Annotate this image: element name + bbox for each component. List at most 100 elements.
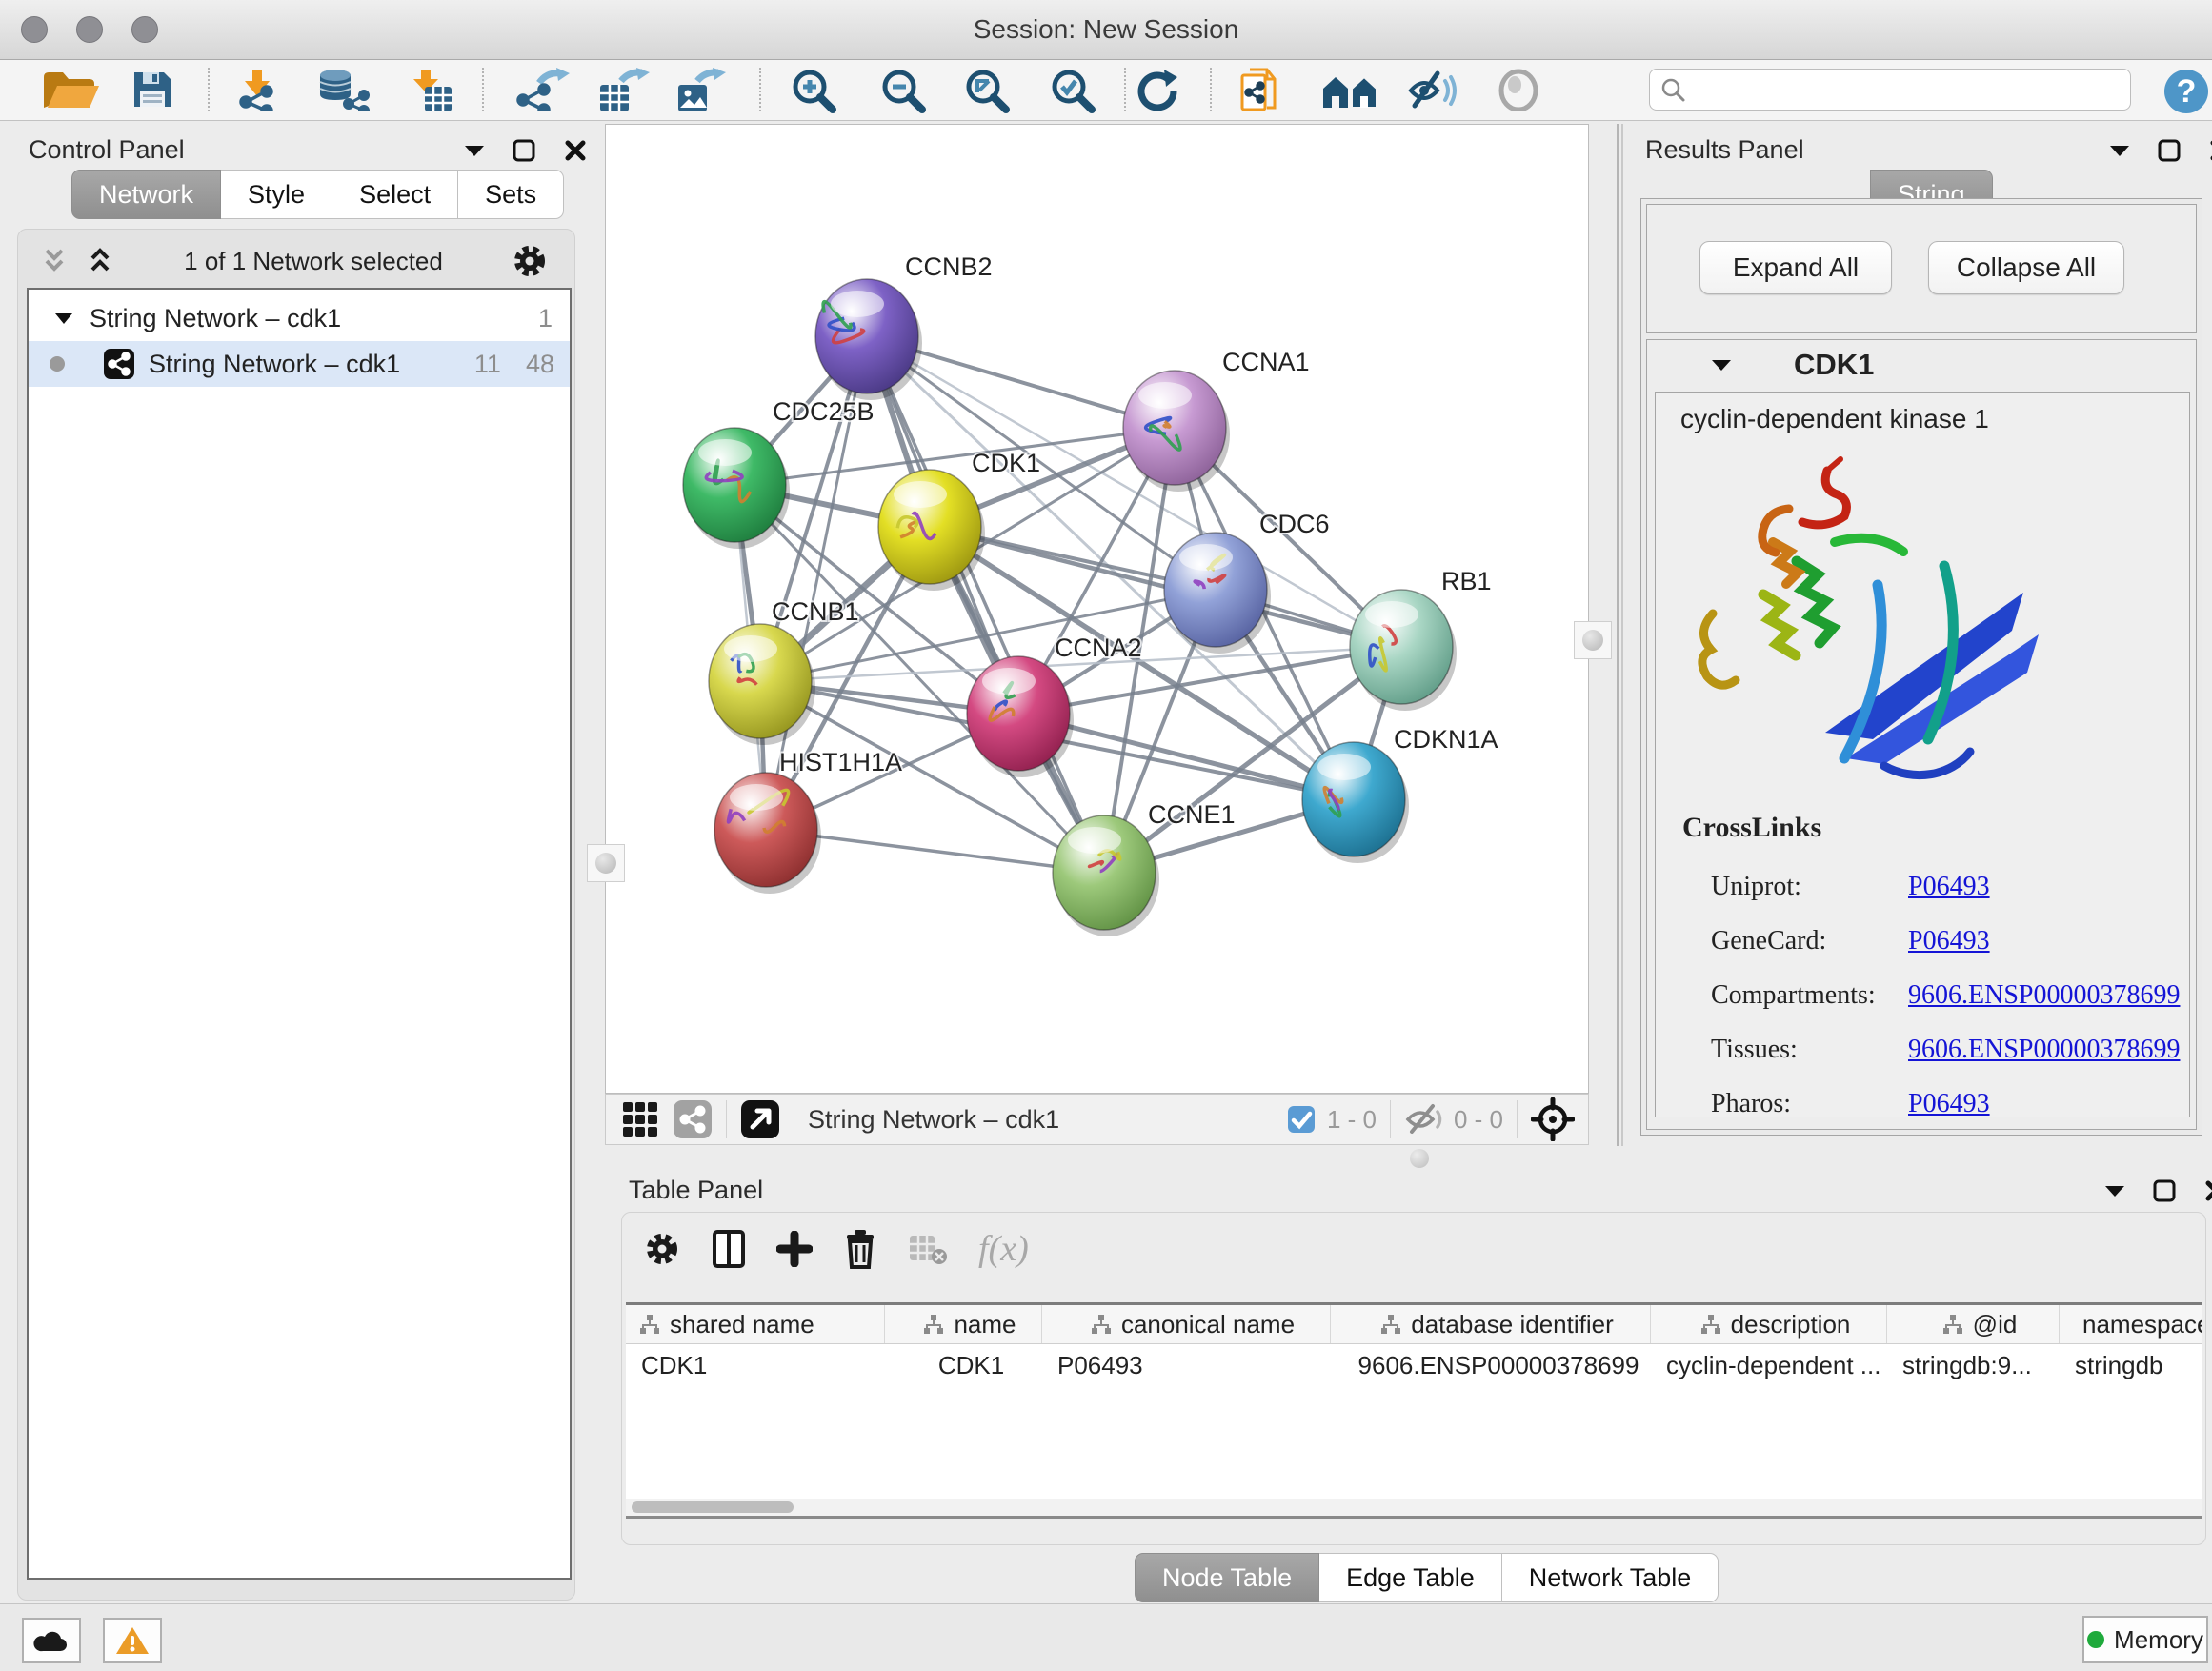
network-node[interactable]: CCNA1 bbox=[1123, 348, 1310, 492]
new-network-from-selection-button[interactable] bbox=[1238, 68, 1292, 111]
network-node[interactable]: RB1 bbox=[1350, 567, 1492, 711]
string-network-icon bbox=[103, 348, 135, 380]
export-table-button[interactable] bbox=[593, 68, 650, 111]
search-field[interactable] bbox=[1649, 69, 2131, 111]
table-row[interactable]: CDK1 CDK1 P06493 9606.ENSP00000378699 cy… bbox=[626, 1344, 2202, 1386]
panel-menu-icon[interactable] bbox=[2110, 144, 2129, 157]
show-all-button[interactable] bbox=[1494, 68, 1543, 111]
zoom-selected-region-button[interactable] bbox=[1048, 68, 1099, 111]
panel-float-icon[interactable] bbox=[513, 139, 535, 162]
column-header[interactable]: shared name bbox=[626, 1305, 885, 1343]
tab-sets[interactable]: Sets bbox=[458, 170, 564, 219]
network-node[interactable]: CCNB2 bbox=[815, 252, 993, 400]
crosslink-value[interactable]: P06493 bbox=[1908, 872, 1990, 901]
grid-view-icon[interactable] bbox=[621, 1100, 659, 1138]
import-table-from-file-button[interactable] bbox=[400, 68, 455, 111]
selected-items-checkbox-icon[interactable] bbox=[1287, 1105, 1316, 1134]
tab-node-table[interactable]: Node Table bbox=[1135, 1553, 1319, 1602]
cell-id: stringdb:9... bbox=[1887, 1351, 2060, 1380]
statusbar-divider bbox=[726, 1100, 727, 1138]
crosslink-value[interactable]: P06493 bbox=[1908, 1089, 1990, 1118]
column-header[interactable]: canonical name bbox=[1042, 1305, 1331, 1343]
left-splitter-handle[interactable] bbox=[587, 844, 625, 882]
node-label: HIST1H1A bbox=[779, 748, 902, 776]
import-network-from-file-button[interactable] bbox=[233, 68, 287, 111]
node-count: 11 bbox=[474, 350, 501, 379]
cloud-status-button[interactable] bbox=[22, 1618, 81, 1663]
column-header[interactable]: namespace bbox=[2060, 1305, 2202, 1343]
column-header[interactable]: database identifier bbox=[1331, 1305, 1651, 1343]
network-tree-root-row[interactable]: String Network – cdk1 1 bbox=[29, 295, 570, 341]
protein-description: cyclin-dependent kinase 1 bbox=[1680, 404, 1989, 434]
import-network-icon bbox=[233, 68, 287, 111]
network-node[interactable]: CDC6 bbox=[1164, 510, 1330, 654]
zoom-fit-content-button[interactable] bbox=[962, 68, 1014, 111]
tab-network[interactable]: Network bbox=[71, 170, 221, 219]
network-graph[interactable]: CCNB2CCNA1CDC25BCDK1CDC6RB1CCNB1CCNA2CDK… bbox=[606, 125, 1588, 1093]
zoom-in-button[interactable] bbox=[789, 68, 840, 111]
table-panel-title: Table Panel bbox=[629, 1176, 763, 1205]
collapse-all-button[interactable]: Collapse All bbox=[1928, 241, 2124, 294]
results-panel: Results Panel String Expand All Collapse… bbox=[1624, 124, 2212, 1146]
warnings-button[interactable] bbox=[103, 1618, 162, 1663]
network-collection-label: String Network – cdk1 bbox=[90, 304, 341, 333]
panel-close-icon[interactable] bbox=[2204, 1179, 2212, 1202]
network-node[interactable]: HIST1H1A bbox=[714, 748, 902, 894]
import-network-from-database-button[interactable] bbox=[314, 68, 373, 111]
apply-preferred-layout-button[interactable] bbox=[1132, 68, 1181, 111]
create-column-icon[interactable] bbox=[776, 1231, 813, 1267]
table-scrollbar-thumb[interactable] bbox=[632, 1501, 794, 1513]
clear-table-icon[interactable] bbox=[908, 1232, 948, 1266]
open-session-button[interactable] bbox=[38, 68, 101, 111]
delete-columns-trash-icon[interactable] bbox=[843, 1229, 877, 1269]
panel-menu-icon[interactable] bbox=[2105, 1184, 2124, 1198]
tab-style[interactable]: Style bbox=[221, 170, 332, 219]
export-network-button[interactable] bbox=[514, 68, 572, 111]
crosslink-value[interactable]: 9606.ENSP00000378699 bbox=[1908, 1035, 2180, 1064]
panel-float-icon[interactable] bbox=[2153, 1179, 2176, 1202]
panel-float-icon[interactable] bbox=[2158, 139, 2181, 162]
protein-card-header[interactable]: CDK1 bbox=[1647, 340, 2198, 390]
network-edge[interactable] bbox=[867, 336, 1104, 873]
save-session-button[interactable] bbox=[130, 68, 175, 111]
expand-all-chevrons-icon[interactable] bbox=[84, 247, 116, 275]
crosslink-label: GeneCard: bbox=[1711, 914, 1901, 968]
tab-network-table[interactable]: Network Table bbox=[1502, 1553, 1719, 1602]
network-view-mode-icon[interactable] bbox=[673, 1099, 713, 1139]
panel-divider bbox=[1617, 124, 1619, 1146]
node-label: CCNA2 bbox=[1055, 634, 1142, 662]
tab-edge-table[interactable]: Edge Table bbox=[1319, 1553, 1502, 1602]
column-header[interactable]: @id bbox=[1887, 1305, 2060, 1343]
panel-menu-icon[interactable] bbox=[465, 144, 484, 157]
hide-selected-button[interactable] bbox=[1405, 68, 1460, 111]
right-splitter-handle[interactable] bbox=[1574, 621, 1612, 659]
expand-all-button[interactable]: Expand All bbox=[1699, 241, 1892, 294]
fit-selected-crosshair-icon[interactable] bbox=[1531, 1097, 1575, 1141]
table-scrollbar-track[interactable] bbox=[626, 1499, 2202, 1516]
collapse-all-chevrons-icon[interactable] bbox=[38, 247, 70, 275]
network-tree-row-selected[interactable]: String Network – cdk1 11 48 bbox=[29, 341, 570, 387]
column-header[interactable]: description bbox=[1651, 1305, 1887, 1343]
search-input[interactable] bbox=[1686, 75, 2109, 104]
show-columns-icon[interactable] bbox=[712, 1229, 746, 1269]
export-image-button[interactable] bbox=[671, 68, 728, 111]
title-bar: Session: New Session bbox=[0, 0, 2212, 60]
column-header[interactable]: name bbox=[885, 1305, 1042, 1343]
network-node[interactable]: CDK1 bbox=[878, 449, 1040, 591]
crosslink-value[interactable]: 9606.ENSP00000378699 bbox=[1908, 980, 2180, 1010]
zoom-out-button[interactable] bbox=[878, 68, 930, 111]
tree-expand-icon[interactable] bbox=[55, 312, 72, 325]
tab-select[interactable]: Select bbox=[332, 170, 458, 219]
memory-button[interactable]: Memory bbox=[2082, 1616, 2208, 1663]
open-in-new-window-icon[interactable] bbox=[740, 1099, 780, 1139]
first-neighbors-button[interactable] bbox=[1319, 68, 1382, 111]
help-button[interactable]: ? bbox=[2162, 68, 2210, 111]
crosslink-value[interactable]: P06493 bbox=[1908, 926, 1990, 956]
network-node[interactable]: CDKN1A bbox=[1302, 725, 1498, 863]
network-canvas[interactable]: CCNB2CCNA1CDC25BCDK1CDC6RB1CCNB1CCNA2CDK… bbox=[605, 124, 1589, 1094]
panel-close-icon[interactable] bbox=[564, 139, 587, 162]
collapse-card-icon[interactable] bbox=[1712, 358, 1731, 372]
table-options-gear-icon[interactable] bbox=[643, 1230, 681, 1268]
network-options-gear-icon[interactable] bbox=[511, 242, 549, 280]
network-node[interactable]: CDC25B bbox=[683, 397, 875, 549]
